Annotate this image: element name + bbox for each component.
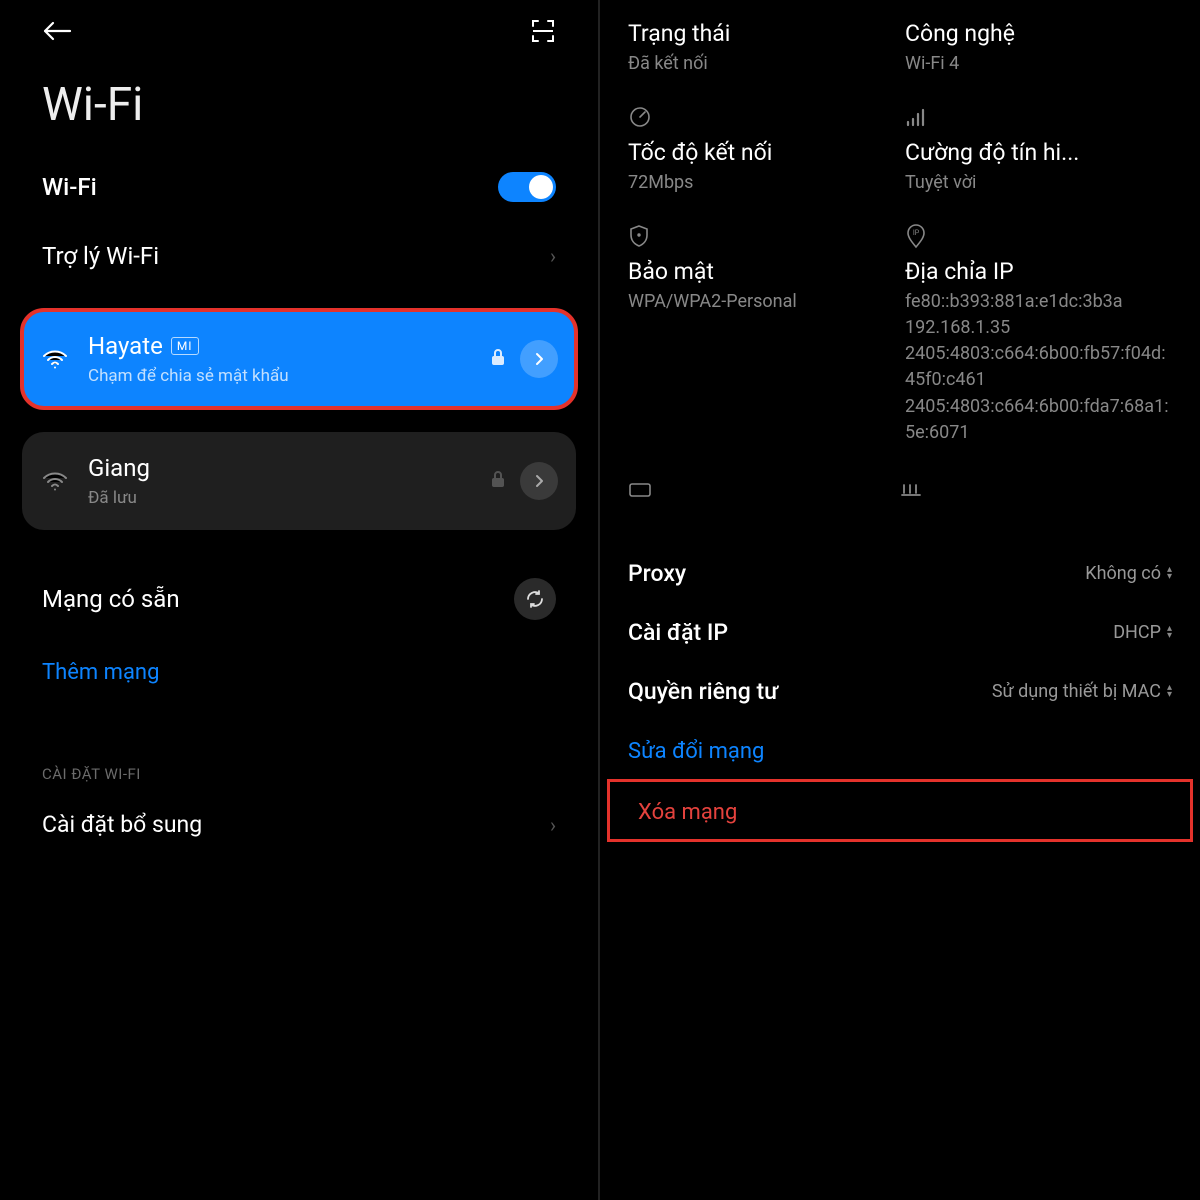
network-details-button[interactable] — [520, 462, 558, 500]
wifi-assistant-row[interactable]: Trợ lý Wi-Fi › — [0, 220, 598, 292]
refresh-button[interactable] — [514, 578, 556, 620]
proxy-setting[interactable]: Proxy Không có▴▾ — [600, 544, 1200, 603]
modify-network-link[interactable]: Sửa đổi mạng — [600, 721, 1200, 776]
detail-security: Bảo mật WPA/WPA2-Personal — [628, 222, 895, 446]
detail-link-speed: Tốc độ kết nối 72Mbps — [628, 103, 895, 196]
network-name: Hayate — [88, 332, 163, 360]
detail-ip-address: IP Địa chỉa IP fe80::b393:881a:e1dc:3b3a… — [905, 222, 1172, 446]
detail-technology: Công nghệ Wi-Fi 4 — [905, 20, 1172, 77]
network-card-saved[interactable]: Giang Đã lưu — [22, 432, 576, 530]
device-icon — [628, 476, 900, 504]
updown-icon: ▴▾ — [1167, 625, 1172, 639]
signal-bars-icon — [905, 103, 1172, 131]
forget-network-link[interactable]: Xóa mạng — [610, 782, 1190, 839]
ip-address-values: fe80::b393:881a:e1dc:3b3a 192.168.1.35 2… — [905, 289, 1172, 446]
ip-settings[interactable]: Cài đặt IP DHCP▴▾ — [600, 603, 1200, 662]
extra-settings-label: Cài đặt bổ sung — [42, 811, 202, 838]
network-subtitle: Chạm để chia sẻ mật khẩu — [88, 366, 476, 386]
privacy-setting[interactable]: Quyền riêng tư Sử dụng thiết bị MAC▴▾ — [600, 662, 1200, 721]
extra-settings-row[interactable]: Cài đặt bổ sung › — [0, 797, 598, 848]
chevron-right-icon: › — [550, 244, 556, 268]
network-name: Giang — [88, 454, 150, 482]
wifi-toggle-label: Wi-Fi — [42, 173, 97, 201]
svg-text:IP: IP — [913, 229, 920, 237]
updown-icon: ▴▾ — [1167, 566, 1172, 580]
updown-icon: ▴▾ — [1167, 684, 1172, 698]
wifi-toggle-row[interactable]: Wi-Fi — [0, 162, 598, 220]
detail-signal-strength: Cường độ tín hi... Tuyệt vời — [905, 103, 1172, 196]
qr-scan-icon[interactable] — [530, 18, 556, 48]
speed-icon — [628, 103, 895, 131]
ip-pin-icon: IP — [905, 222, 1172, 250]
shield-icon — [628, 222, 895, 250]
lock-icon — [490, 348, 506, 370]
network-details-button[interactable] — [520, 340, 558, 378]
network-subtitle: Đã lưu — [88, 488, 476, 508]
lock-icon — [490, 470, 506, 492]
available-networks-label: Mạng có sẵn — [42, 585, 180, 613]
back-icon[interactable] — [42, 20, 72, 46]
chevron-right-icon: › — [550, 813, 556, 837]
wifi-signal-icon — [40, 349, 70, 369]
page-title: Wi-Fi — [0, 58, 598, 162]
wifi-signal-icon — [40, 471, 70, 491]
wifi-settings-header: CÀI ĐẶT WI-FI — [0, 705, 598, 797]
wifi-assistant-label: Trợ lý Wi-Fi — [42, 242, 159, 270]
router-icon — [900, 476, 1172, 504]
add-network-link[interactable]: Thêm mạng — [0, 630, 598, 705]
wifi-toggle[interactable] — [498, 172, 556, 202]
detail-status: Trạng thái Đã kết nối — [628, 20, 895, 77]
mi-badge: MI — [171, 337, 199, 355]
network-card-connected[interactable]: Hayate MI Chạm để chia sẻ mật khẩu — [22, 310, 576, 408]
